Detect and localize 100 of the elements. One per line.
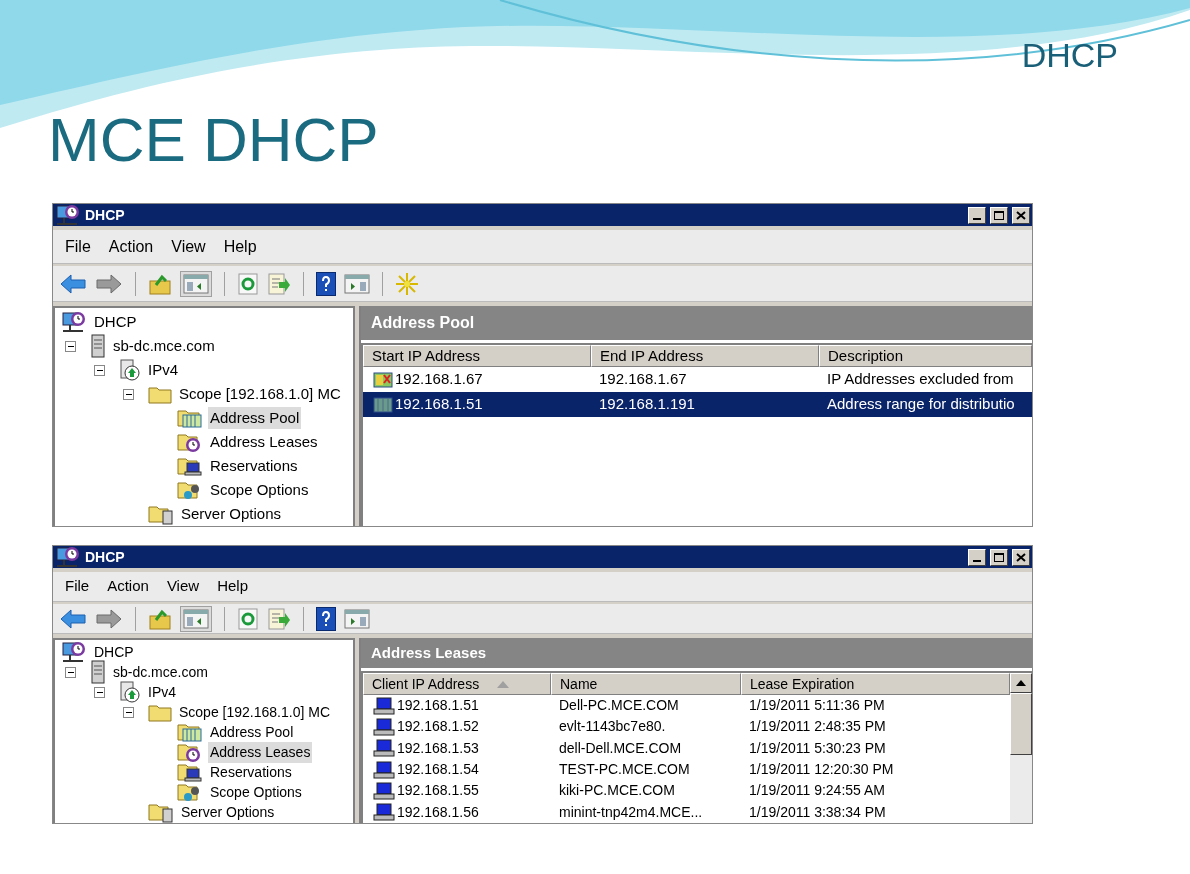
list-row[interactable]: 192.168.1.56 minint-tnp42m4.MCE... 1/19/2011 3:38:34 PM [363, 801, 1010, 823]
tree-item[interactable]: Scope [192.168.1.0] MC [177, 701, 332, 723]
list-row[interactable]: 192.168.1.53 dell-Dell.MCE.COM 1/19/2011 5:30:23 PM [363, 737, 1010, 759]
column-header[interactable]: Start IP Address [363, 345, 591, 367]
menu-item[interactable]: Help [217, 234, 263, 259]
collapse-toggle[interactable] [123, 388, 134, 400]
sort-ascending-icon [497, 680, 510, 688]
export-list-icon[interactable] [267, 272, 291, 295]
show-action-pane-icon[interactable] [344, 273, 370, 294]
forward-arrow-icon[interactable] [95, 272, 123, 295]
folder-up-icon[interactable] [148, 272, 172, 295]
list-cell-text: 192.168.1.53 [397, 738, 479, 758]
maximize-button[interactable] [990, 548, 1008, 566]
list-cell-text: 192.168.1.51 [397, 696, 479, 716]
menu-item[interactable]: View [160, 575, 206, 598]
list-cell-text: 192.168.1.67 [599, 369, 687, 390]
tree-item[interactable]: Reservations [208, 454, 300, 478]
collapse-toggle[interactable] [123, 706, 134, 718]
minimize-button[interactable] [968, 548, 986, 566]
tree-item[interactable]: Address Pool [208, 721, 296, 743]
list-cell-text: 192.168.1.54 [397, 760, 479, 780]
menu-item[interactable]: Action [101, 575, 155, 598]
export-list-icon[interactable] [267, 607, 291, 630]
list-cell-text: dell-Dell.MCE.COM [559, 738, 682, 758]
list-cell-text: 1/19/2011 12:20:30 PM [749, 760, 894, 780]
window-title: DHCP [85, 547, 125, 567]
tree-item[interactable]: Scope Options [208, 478, 311, 502]
tree-item[interactable]: Server Options [179, 502, 284, 526]
folder-computer-icon [177, 455, 203, 477]
refresh-icon[interactable] [237, 607, 259, 630]
list-cell-text: 192.168.1.51 [395, 394, 483, 415]
list-cell-text: kiki-PC.MCE.COM [559, 781, 675, 801]
folder-clock-icon [177, 741, 203, 763]
list-cell-text: 1/19/2011 9:24:55 AM [749, 781, 885, 801]
tree-item[interactable]: IPv4 [146, 681, 178, 703]
minimize-button[interactable] [968, 206, 986, 224]
computer-icon [373, 696, 395, 715]
list-cell-text: 192.168.1.52 [397, 717, 479, 737]
dhcp-clock-icon [55, 546, 81, 568]
help-icon[interactable] [316, 271, 336, 296]
tree-item[interactable]: Scope [192.168.1.0] MC [177, 382, 343, 406]
back-arrow-icon[interactable] [59, 272, 87, 295]
list-row[interactable]: 192.168.1.55 kiki-PC.MCE.COM 1/19/2011 9:24:55 AM [363, 780, 1010, 802]
address-range-icon [373, 396, 393, 413]
tree-item[interactable]: DHCP [92, 641, 136, 663]
maximize-button[interactable] [990, 206, 1008, 224]
refresh-icon[interactable] [237, 272, 259, 295]
computer-icon [373, 781, 395, 800]
tree-item[interactable]: Server Options [179, 801, 277, 823]
tree-item[interactable]: sb-dc.mce.com [111, 334, 217, 358]
tree-item[interactable]: Scope Options [208, 781, 304, 803]
list-row[interactable]: 192.168.1.54 TEST-PC.MCE.COM 1/19/2011 12:20:30 PM [363, 759, 1010, 781]
column-header[interactable]: Description [819, 345, 1032, 367]
folder-up-icon[interactable] [148, 607, 172, 630]
column-header[interactable]: End IP Address [591, 345, 819, 367]
dhcp-clock-icon [61, 641, 87, 663]
tree-item[interactable]: Address Leases [208, 430, 320, 454]
list-cell-text: 1/19/2011 2:48:35 PM [749, 717, 886, 737]
show-action-pane-icon[interactable] [344, 608, 370, 629]
close-button[interactable] [1012, 206, 1030, 224]
tree-item[interactable]: Address Leases [208, 741, 313, 763]
column-header[interactable]: Lease Expiration [741, 673, 1010, 695]
menu-item[interactable]: View [165, 234, 212, 259]
menu-item[interactable]: Action [102, 234, 160, 259]
menu-item[interactable]: File [59, 575, 96, 598]
range-excluded-icon [373, 371, 393, 388]
tree-item[interactable]: Reservations [208, 761, 294, 783]
menu-item[interactable]: File [59, 234, 97, 259]
tree-item[interactable]: Address Pool [208, 406, 302, 430]
column-header[interactable]: Client IP Address [363, 673, 551, 695]
list-cell-text: Dell-PC.MCE.COM [559, 696, 679, 716]
collapse-toggle[interactable] [94, 364, 105, 376]
list-row[interactable]: 192.168.1.52 evlt-1143bc7e80. 1/19/2011 2:48:35 PM [363, 716, 1010, 738]
close-button[interactable] [1012, 548, 1030, 566]
help-icon[interactable] [316, 606, 336, 631]
server-icon [90, 660, 106, 684]
list-row[interactable]: 192.168.1.51 Dell-PC.MCE.COM 1/19/2011 5:11:36 PM [363, 695, 1010, 717]
list-row[interactable]: 192.168.1.67 192.168.1.67 IP Addresses excluded from [363, 367, 1032, 392]
list-row[interactable]: 192.168.1.51 192.168.1.191 Address range for distributio [363, 392, 1032, 417]
menu-item[interactable]: Help [211, 575, 254, 598]
forward-arrow-icon[interactable] [95, 607, 123, 630]
collapse-toggle[interactable] [65, 666, 76, 678]
list-cell-text: 192.168.1.67 [395, 369, 483, 390]
tree-item[interactable]: IPv4 [146, 358, 180, 382]
collapse-toggle[interactable] [94, 686, 105, 698]
back-arrow-icon[interactable] [59, 607, 87, 630]
list-cell-text: 1/19/2011 3:38:34 PM [749, 802, 886, 822]
computer-icon [373, 739, 395, 758]
header-label: DHCP [1021, 35, 1118, 76]
collapse-toggle[interactable] [65, 340, 76, 352]
list-cell-text: Address range for distributio [827, 394, 1015, 415]
tree-item[interactable]: DHCP [92, 310, 139, 334]
pane-title: Address Pool [371, 313, 475, 333]
tree-item[interactable]: sb-dc.mce.com [111, 661, 210, 683]
vertical-scrollbar[interactable] [1010, 673, 1032, 823]
list-cell-text: IP Addresses excluded from [827, 369, 1014, 390]
computer-icon [373, 803, 395, 822]
list-cell-text: 192.168.1.55 [397, 781, 479, 801]
column-header[interactable]: Name [551, 673, 741, 695]
close-icon [1016, 210, 1026, 220]
